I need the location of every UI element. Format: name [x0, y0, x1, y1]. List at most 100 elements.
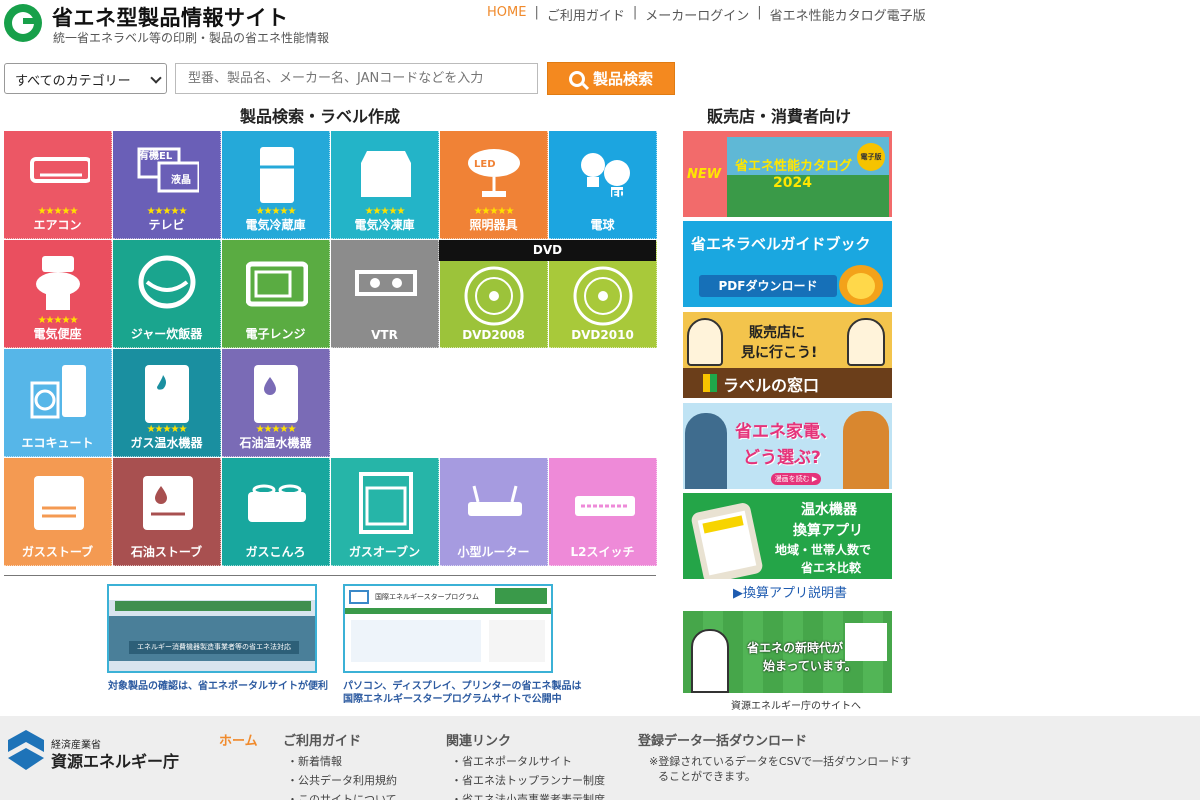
product-tile[interactable]: VTR [331, 240, 439, 348]
product-tile-label: ガス温水機器 [130, 436, 203, 450]
guidebook-banner[interactable]: 省エネラベルガイドブック PDFダウンロード [683, 221, 892, 307]
character-illustration [691, 629, 729, 693]
energy-era-banner[interactable]: 省エネの新時代が 始まっています。 [683, 611, 892, 693]
footer-link-item[interactable]: ・省エネポータルサイト [451, 753, 572, 769]
footer-guide[interactable]: ご利用ガイド [283, 730, 361, 749]
nav-guide[interactable]: ご利用ガイド [547, 5, 625, 24]
toilet-icon [36, 256, 80, 310]
product-tile-label: ジャー炊飯器 [130, 327, 203, 341]
ene-agency-caption[interactable]: 資源エネルギー庁のサイトへ [731, 697, 861, 712]
product-tile[interactable]: ★★★★★ 石油温水機器 [222, 349, 330, 457]
agency-logo-icon[interactable] [8, 730, 44, 770]
app-manual-link[interactable]: ▶換算アプリ説明書 [733, 582, 847, 601]
pdf-download-button[interactable]: PDFダウンロード [699, 275, 837, 297]
product-tile[interactable]: LED ★★★★★ 照明器具 [440, 131, 548, 239]
oil-water-heater-icon [254, 365, 298, 423]
footer: 経済産業省 資源エネルギー庁 ホーム ご利用ガイド ・新着情報 ・公共データ利用… [0, 716, 1200, 800]
label-window-banner[interactable]: 販売店に 見に行こう! ラベルの窓口 [683, 312, 892, 398]
product-tile-label: L2スイッチ [570, 545, 635, 559]
choose-appliance-banner[interactable]: 省エネ家電、 どう選ぶ? 漫画を読む ▶ [683, 403, 892, 489]
product-tile-label: 石油ストーブ [130, 545, 203, 559]
search-button[interactable]: 製品検索 [547, 62, 675, 95]
product-tile[interactable]: 電子レンジ [222, 240, 330, 348]
window-line1: 販売店に [749, 325, 805, 341]
product-tile[interactable]: ジャー炊飯器 [113, 240, 221, 348]
product-tile-label: 電球 [590, 218, 615, 232]
product-tile[interactable]: ガスストーブ [4, 458, 112, 566]
product-tile-label: テレビ [148, 218, 185, 232]
search-button-label: 製品検索 [592, 70, 653, 88]
footer-org[interactable]: 資源エネルギー庁 [51, 748, 179, 772]
footer-link-item[interactable]: ・省エネ法小売事業者表示制度 [451, 791, 605, 800]
tile-tag: LED [474, 159, 496, 170]
staff-illustration [687, 318, 723, 366]
lion-icon [839, 265, 883, 305]
product-tile[interactable]: L2スイッチ [549, 458, 657, 566]
divider [4, 575, 656, 576]
nav-maker-login[interactable]: メーカーログイン [645, 5, 749, 24]
portal-banner[interactable]: エネルギー消費機器製造事業者等の省エネ法対応 [107, 584, 317, 673]
ecocute-icon [30, 365, 86, 419]
app-line2: 換算アプリ [793, 523, 863, 539]
product-tile-label: 電気冷蔵庫 [245, 218, 306, 232]
product-tile[interactable]: LED 電球 [549, 131, 657, 239]
read-manga-link[interactable]: 漫画を読む ▶ [771, 473, 821, 485]
app-line1: 温水機器 [801, 502, 857, 518]
nav-home[interactable]: HOME [487, 5, 526, 24]
window-line2: 見に行こう! [741, 345, 818, 361]
era-line1: 省エネの新時代が [747, 641, 844, 655]
footer-guide-item[interactable]: ・このサイトについて [287, 791, 397, 800]
category-select-value: すべてのカテゴリー [15, 74, 131, 89]
product-tile-label: 電子レンジ [245, 327, 306, 341]
site-logo[interactable] [4, 4, 42, 42]
oil-stove-icon [143, 476, 193, 530]
product-tile[interactable]: ★★★★★ 電気便座 [4, 240, 112, 348]
product-tile-label: ガスこんろ [245, 545, 306, 559]
energy-star-caption-2[interactable]: 国際エネルギースタープログラムサイトで公開中 [343, 690, 562, 705]
microwave-icon [246, 261, 308, 307]
rice-cooker-icon [138, 255, 196, 309]
footer-download-text: ることができます。 [658, 770, 756, 783]
phone-illustration [690, 501, 764, 579]
product-tile[interactable]: ガスオーブン [331, 458, 439, 566]
product-tile[interactable]: 有機EL 液晶 ★★★★★ テレビ [113, 131, 221, 239]
search-icon [568, 70, 585, 87]
catalog-title: 省エネ性能カタログ [735, 159, 853, 174]
product-tile[interactable]: エコキュート [4, 349, 112, 457]
tile-tag: 有機EL [139, 151, 173, 162]
footer-guide-item[interactable]: ・公共データ利用規約 [287, 772, 397, 788]
era-line2: 始まっています。 [763, 659, 857, 673]
character-illustration [843, 411, 889, 489]
product-tile[interactable]: 小型ルーター [440, 458, 548, 566]
footer-link-item[interactable]: ・省エネ法トップランナー制度 [451, 772, 605, 788]
site-title[interactable]: 省エネ型製品情報サイト [52, 2, 289, 32]
category-select[interactable]: すべてのカテゴリー [4, 63, 167, 94]
catalog-banner[interactable]: NEW 省エネ性能カタログ 2024 電子版 [683, 131, 892, 217]
product-tile-label: エコキュート [21, 436, 94, 450]
nav-catalog[interactable]: 省エネ性能カタログ電子版 [770, 5, 926, 24]
energy-star-banner[interactable]: 国際エネルギースタープログラム [343, 584, 553, 673]
footer-home[interactable]: ホーム [219, 730, 258, 749]
vtr-icon [355, 270, 417, 296]
window-title: ラベルの窓口 [723, 376, 820, 395]
chevron-down-icon [150, 72, 162, 84]
product-tile-label: 石油温水機器 [239, 436, 312, 450]
footer-download[interactable]: 登録データ一括ダウンロード [638, 730, 807, 749]
product-tile[interactable]: ★★★★★ ガス温水機器 [113, 349, 221, 457]
search-input[interactable] [175, 63, 538, 94]
router-icon [468, 485, 522, 516]
product-tile[interactable]: ★★★★★ 電気冷凍庫 [331, 131, 439, 239]
portal-banner-caption[interactable]: 対象製品の確認は、省エネポータルサイトが便利 [108, 677, 328, 692]
l2-switch-icon [575, 496, 635, 516]
product-search-title: 製品検索・ラベル作成 [240, 107, 401, 126]
disc-icon [573, 266, 633, 326]
conversion-app-banner[interactable]: 温水機器 換算アプリ 地域・世帯人数で 省エネ比較 [683, 493, 892, 579]
product-tile[interactable]: ★★★★★ 電気冷蔵庫 [222, 131, 330, 239]
product-tile[interactable]: ★★★★★ エアコン [4, 131, 112, 239]
product-tile-label: 小型ルーター [457, 545, 530, 559]
footer-guide-item[interactable]: ・新着情報 [287, 753, 342, 769]
product-tile[interactable]: 石油ストーブ [113, 458, 221, 566]
product-tile[interactable]: ガスこんろ [222, 458, 330, 566]
top-nav: HOME | ご利用ガイド | メーカーログイン | 省エネ性能カタログ電子版 [487, 5, 926, 24]
gas-water-heater-icon [145, 365, 189, 423]
